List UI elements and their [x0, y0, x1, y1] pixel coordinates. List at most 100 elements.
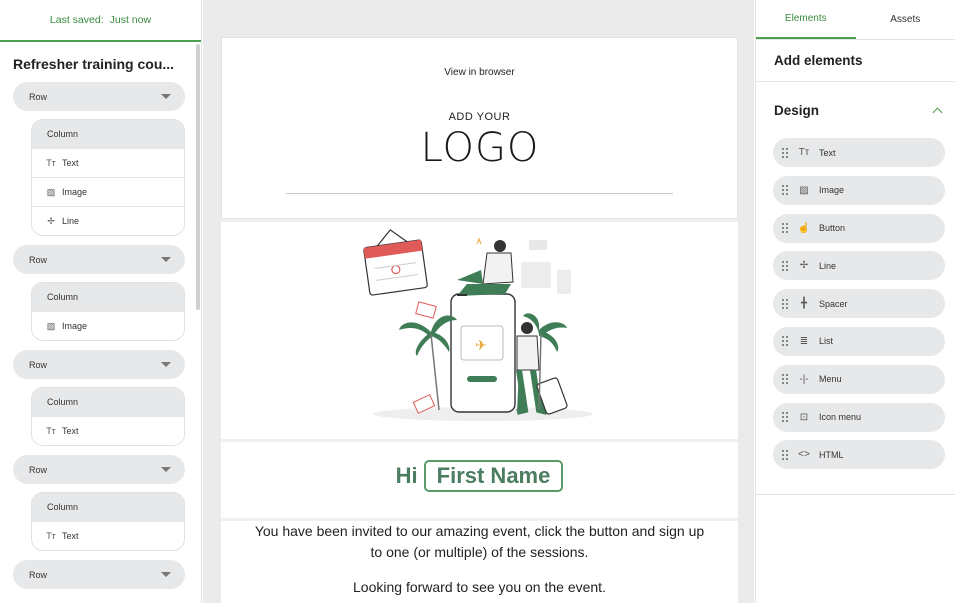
row-label: Row	[29, 254, 48, 265]
text-icon: Tт	[798, 147, 810, 158]
text-icon: Tт	[46, 158, 56, 168]
email-editor: Last saved: Just now Refresher training …	[0, 0, 955, 603]
element-html[interactable]: <> HTML	[773, 440, 945, 470]
row-label: Row	[29, 91, 48, 102]
structure-item-image[interactable]: ▨ Image	[32, 177, 184, 206]
structure-item-line[interactable]: ✢ Line	[32, 206, 184, 235]
body-text-block[interactable]: You have been invited to our amazing eve…	[221, 521, 738, 603]
item-label: Line	[62, 216, 80, 226]
element-text[interactable]: Tт Text	[773, 138, 945, 167]
drag-handle-icon[interactable]	[782, 260, 789, 271]
element-label: Image	[819, 185, 845, 196]
chevron-up-icon[interactable]	[932, 107, 943, 117]
drag-handle-icon[interactable]	[782, 412, 789, 423]
closing-text: Looking forward to see you on the event.	[353, 579, 606, 595]
structure-row[interactable]: Row	[13, 455, 185, 484]
drag-handle-icon[interactable]	[782, 298, 789, 309]
travel-illustration-image: ✈	[363, 229, 593, 421]
item-label: Text	[62, 426, 79, 436]
structure-item-text[interactable]: Tт Text	[32, 521, 184, 550]
element-menu[interactable]: -|- Menu	[773, 364, 945, 394]
drag-handle-icon[interactable]	[782, 185, 789, 196]
element-list[interactable]: ≣ List	[773, 326, 945, 356]
image-icon: ▨	[46, 320, 56, 331]
structure-row[interactable]: Row	[13, 350, 185, 379]
drag-handle-icon[interactable]	[782, 147, 789, 158]
element-icon-menu[interactable]: ⊡ Icon menu	[773, 402, 945, 432]
logo-placeholder-image[interactable]: LOGO	[422, 129, 538, 169]
element-line[interactable]: ✢ Line	[773, 251, 945, 281]
chevron-down-icon[interactable]	[161, 257, 171, 262]
hero-image-block[interactable]: ✈	[221, 222, 738, 439]
structure-item-text[interactable]: Tт Text	[32, 148, 184, 177]
line-icon: ✢	[799, 260, 809, 272]
element-label: Text	[819, 147, 836, 158]
elements-panel: Elements Assets Add elements Design Tт T…	[755, 0, 955, 603]
tab-assets[interactable]: Assets	[856, 0, 955, 39]
item-label: Image	[62, 321, 88, 331]
first-name-merge-tag[interactable]: First Name	[423, 460, 564, 492]
invitation-text: You have been invited to our amazing eve…	[254, 523, 705, 560]
structure-item-image[interactable]: ▨ Image	[32, 311, 184, 340]
item-label: Text	[62, 531, 79, 541]
item-label: Image	[62, 187, 88, 197]
element-image[interactable]: ▨ Image	[773, 175, 945, 205]
row-label: Row	[29, 569, 48, 580]
logo-caption: ADD YOUR	[448, 111, 511, 123]
structure-column[interactable]: Column ▨ Image	[31, 282, 185, 341]
chevron-down-icon[interactable]	[161, 572, 171, 577]
icon-menu-icon: ⊡	[799, 411, 809, 423]
structure-column[interactable]: Column Tт Text ▨ Image ✢ Line	[31, 119, 185, 236]
save-status: Last saved: Just now	[0, 0, 201, 42]
element-spacer[interactable]: ╋ Spacer	[773, 289, 945, 319]
structure-row[interactable]: Row	[13, 560, 185, 589]
design-elements-list: Tт Text ▨ Image ☝ Button ✢ Line ╋ Spacer…	[756, 138, 955, 470]
column-label[interactable]: Column	[32, 493, 184, 521]
structure-column[interactable]: Column Tт Text	[31, 387, 185, 446]
drag-handle-icon[interactable]	[782, 374, 789, 385]
drag-handle-icon[interactable]	[782, 336, 789, 347]
svg-text:✈: ✈	[475, 338, 487, 354]
greeting-line: Hi First Name	[221, 460, 738, 492]
item-label: Text	[62, 158, 79, 168]
logo-text: LOGO	[422, 129, 538, 169]
view-in-browser-link[interactable]: View in browser	[222, 67, 737, 78]
element-button[interactable]: ☝ Button	[773, 213, 945, 243]
element-label: Icon menu	[819, 412, 862, 423]
column-label[interactable]: Column	[32, 283, 184, 311]
structure-item-text[interactable]: Tт Text	[32, 416, 184, 445]
structure-column[interactable]: Column Tт Text	[31, 492, 185, 551]
element-label: Spacer	[819, 298, 848, 309]
structure-row[interactable]: Row	[13, 245, 185, 274]
structure-panel: Last saved: Just now Refresher training …	[0, 0, 202, 603]
spacer-icon: ╋	[800, 298, 808, 310]
button-icon: ☝	[797, 222, 811, 234]
element-label: Line	[819, 260, 837, 271]
structure-scrollbar[interactable]	[196, 44, 200, 310]
header-block[interactable]: View in browser ADD YOUR LOGO	[221, 37, 738, 219]
email-canvas[interactable]: View in browser ADD YOUR LOGO ✈ Hi First…	[203, 0, 754, 603]
divider-line[interactable]	[286, 193, 673, 194]
image-icon: ▨	[799, 184, 809, 196]
greeting-text: Hi	[395, 463, 418, 488]
column-label[interactable]: Column	[32, 388, 184, 416]
panel-tabs: Elements Assets	[756, 0, 955, 40]
design-heading: Design	[774, 102, 820, 118]
structure-row[interactable]: Row	[13, 82, 185, 111]
text-icon: Tт	[46, 426, 56, 436]
drag-handle-icon[interactable]	[782, 223, 789, 234]
tab-elements[interactable]: Elements	[756, 0, 856, 39]
column-label[interactable]: Column	[32, 120, 184, 148]
chevron-down-icon[interactable]	[161, 94, 171, 99]
drag-handle-icon[interactable]	[782, 449, 789, 460]
element-label: List	[819, 336, 834, 347]
chevron-down-icon[interactable]	[161, 467, 171, 472]
greeting-block[interactable]: Hi First Name	[221, 442, 738, 518]
save-status-value: Just now	[109, 14, 152, 26]
row-label: Row	[29, 464, 48, 475]
chevron-down-icon[interactable]	[161, 362, 171, 367]
design-section-header[interactable]: Design	[756, 82, 955, 138]
element-label: Menu	[819, 374, 842, 385]
line-icon: ✢	[47, 215, 55, 226]
list-icon: ≣	[799, 335, 809, 347]
